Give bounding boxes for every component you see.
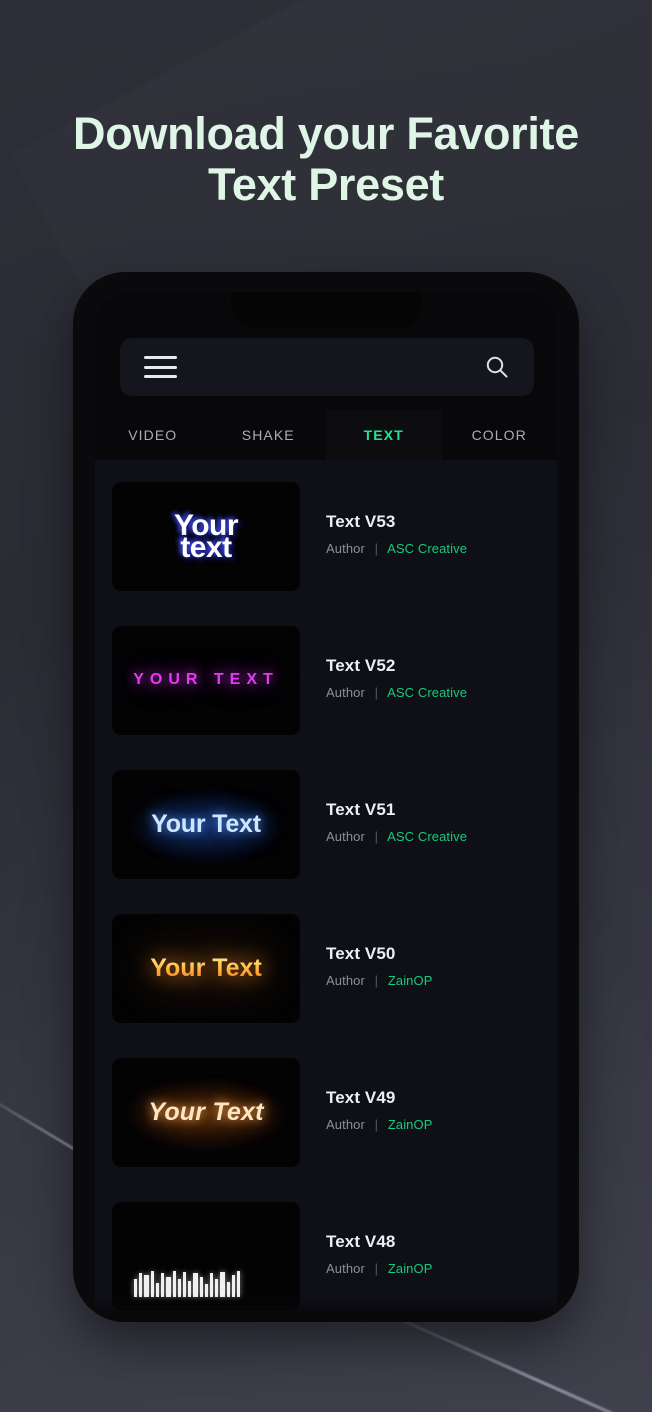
preset-meta: Text V52 Author | ASC Creative: [300, 626, 467, 700]
author-separator: |: [374, 1117, 379, 1132]
preset-meta: Text V53 Author | ASC Creative: [300, 482, 467, 556]
author-name[interactable]: ASC Creative: [387, 541, 467, 556]
preset-title: Text V53: [326, 512, 396, 531]
author-label: Author: [326, 1117, 365, 1132]
list-item[interactable]: Your Text Text V50 Author | ZainOP: [95, 892, 557, 1036]
preset-title: Text V50: [326, 944, 396, 963]
preset-meta: Text V50 Author | ZainOP: [300, 914, 433, 988]
author-separator: |: [374, 541, 379, 556]
phone-screen: VIDEO SHAKE TEXT COLOR Your text Text V5…: [95, 292, 557, 1322]
author-label: Author: [326, 685, 365, 700]
author-name[interactable]: ZainOP: [388, 1117, 433, 1132]
preset-author-line: Author | ZainOP: [326, 973, 433, 988]
tab-color[interactable]: COLOR: [442, 410, 558, 460]
headline-line-2: Text Preset: [208, 159, 444, 211]
preset-thumbnail[interactable]: [112, 1202, 300, 1311]
preset-title: Text V49: [326, 1088, 396, 1107]
thumbnail-preview-text: YOUR TEXT: [133, 671, 279, 689]
preset-author-line: Author | ASC Creative: [326, 685, 467, 700]
author-separator: |: [374, 973, 379, 988]
tab-text[interactable]: TEXT: [326, 410, 442, 468]
search-icon[interactable]: [484, 354, 510, 380]
preset-meta: Text V51 Author | ASC Creative: [300, 770, 467, 844]
category-tabs: VIDEO SHAKE TEXT COLOR: [95, 410, 558, 468]
tab-video-label: VIDEO: [128, 427, 178, 443]
author-name[interactable]: ASC Creative: [387, 685, 467, 700]
headline-line-1: Download your Favorite: [73, 108, 579, 159]
preset-author-line: Author | ASC Creative: [326, 541, 467, 556]
thumbnail-preview-text: Your Text: [150, 953, 262, 982]
preset-list[interactable]: Your text Text V53 Author | ASC Creative: [95, 460, 557, 1322]
promo-headline: Download your Favorite Text Preset: [0, 108, 652, 211]
preset-title: Text V52: [326, 656, 396, 675]
list-item[interactable]: Your Text Text V49 Author | ZainOP: [95, 1036, 557, 1180]
author-label: Author: [326, 829, 365, 844]
tab-shake[interactable]: SHAKE: [211, 410, 327, 460]
tab-shake-label: SHAKE: [241, 427, 295, 443]
hamburger-menu-icon[interactable]: [144, 356, 177, 378]
list-item[interactable]: Your text Text V53 Author | ASC Creative: [95, 460, 557, 604]
phone-mockup: VIDEO SHAKE TEXT COLOR Your text Text V5…: [73, 272, 579, 1322]
author-label: Author: [326, 1261, 365, 1276]
preset-thumbnail[interactable]: Your Text: [112, 770, 300, 879]
thumb-line-2: text: [180, 530, 232, 564]
list-bottom-fade: [95, 1296, 557, 1322]
preset-meta: Text V48 Author | ZainOP: [300, 1202, 433, 1276]
thumbnail-preview-text: Your text: [174, 510, 239, 564]
preset-title: Text V51: [326, 800, 396, 819]
author-separator: |: [374, 1261, 379, 1276]
list-item[interactable]: Your Text Text V51 Author | ASC Creative: [95, 748, 557, 892]
author-separator: |: [374, 685, 379, 700]
search-bar[interactable]: [120, 338, 534, 396]
author-separator: |: [374, 829, 379, 844]
preset-thumbnail[interactable]: Your Text: [112, 914, 300, 1023]
thumbnail-preview-text: Your Text: [151, 809, 261, 838]
barcode-bars-icon: [134, 1271, 240, 1297]
preset-author-line: Author | ZainOP: [326, 1261, 433, 1276]
tab-text-label: TEXT: [363, 427, 404, 443]
preset-author-line: Author | ASC Creative: [326, 829, 467, 844]
author-name[interactable]: ZainOP: [388, 1261, 433, 1276]
author-label: Author: [326, 973, 365, 988]
thumbnail-preview-text: Your Text: [148, 1097, 264, 1126]
preset-thumbnail[interactable]: YOUR TEXT: [112, 626, 300, 735]
author-name[interactable]: ZainOP: [388, 973, 433, 988]
tab-video[interactable]: VIDEO: [95, 410, 211, 460]
preset-thumbnail[interactable]: Your Text: [112, 1058, 300, 1167]
author-name[interactable]: ASC Creative: [387, 829, 467, 844]
preset-author-line: Author | ZainOP: [326, 1117, 433, 1132]
preset-title: Text V48: [326, 1232, 396, 1251]
author-label: Author: [326, 541, 365, 556]
tab-color-label: COLOR: [471, 427, 527, 443]
phone-notch: [231, 292, 421, 328]
preset-thumbnail[interactable]: Your text: [112, 482, 300, 591]
preset-meta: Text V49 Author | ZainOP: [300, 1058, 433, 1132]
list-item[interactable]: YOUR TEXT Text V52 Author | ASC Creative: [95, 604, 557, 748]
